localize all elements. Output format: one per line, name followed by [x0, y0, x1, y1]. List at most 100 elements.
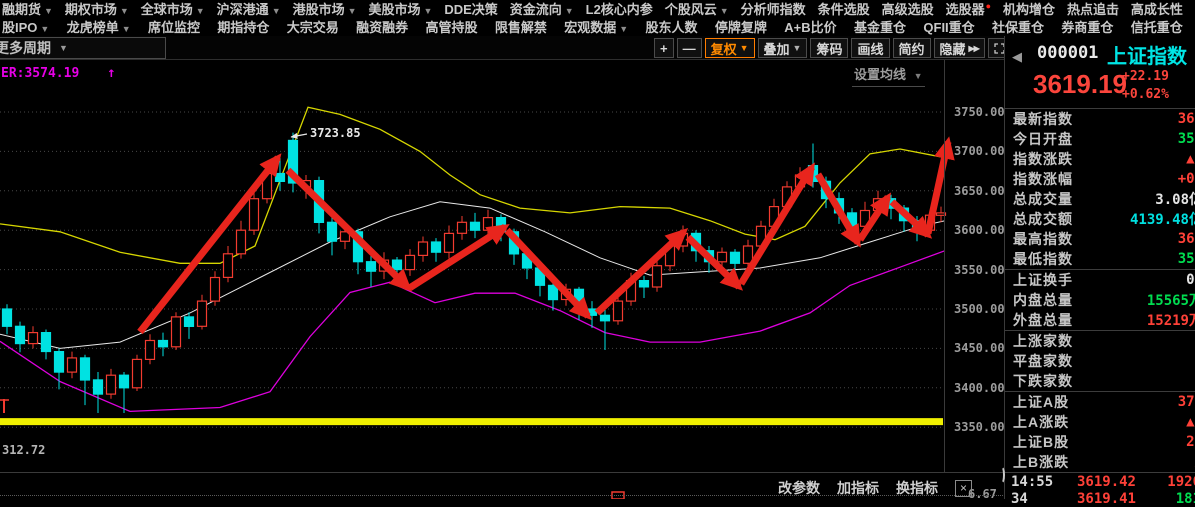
stat-row-最低指数: 最低指数 359 [1005, 249, 1195, 269]
quote-stat-group: 上证换手 0. 内盘总量15565万外盘总量 15219万 [1005, 269, 1195, 330]
stat-label: 上A涨跌 [1013, 412, 1069, 432]
price-axis-label: 3650.00 [954, 184, 1005, 198]
price-change-pct: +0.62% [1122, 87, 1169, 102]
price-axis-label: 3700.00 [954, 144, 1005, 158]
last-price: 3619.19 [1033, 69, 1127, 100]
stat-value: 359 [1178, 131, 1195, 147]
quote-header: ◀ 000001 上证指数 3619.19 +22.19 +0.62% [1005, 36, 1195, 108]
time-sales-row: 14:55 3619.42 1920 [1005, 473, 1195, 490]
menu-item-label: 高成长性 [1131, 2, 1183, 17]
back-arrow-icon[interactable]: ◀ [1012, 49, 1022, 65]
stat-value: 15565万 [1147, 290, 1195, 310]
stat-row-外盘总量: 外盘总量 15219万 [1005, 310, 1195, 330]
stat-row-平盘家数: 平盘家数 [1005, 351, 1195, 371]
indicator-bottom-bar: 改参数 加指标 换指标 × [778, 478, 972, 498]
close-icon: × [960, 481, 967, 495]
menu-item-机构增仓[interactable]: 机构增仓 [1003, 0, 1055, 18]
price-change: +22.19 [1122, 69, 1169, 84]
panel-resize-handle[interactable] [998, 466, 1005, 484]
menu-item-信托重仓[interactable]: 信托重仓 [1131, 17, 1183, 36]
tick-time: 14:55 [1011, 474, 1057, 490]
price-axis-label: 3350.00 [954, 420, 1005, 434]
stat-value: ▲2 [1186, 151, 1195, 167]
quote-stat-group: 最新指数361今日开盘359指数涨跌▲2指数涨幅+0.总成交量3.08亿总成交额… [1005, 108, 1195, 269]
stat-label: 上证换手 [1013, 270, 1073, 290]
menu-item-高成长性[interactable]: 高成长性 [1131, 0, 1183, 18]
stat-value: +0. [1178, 171, 1195, 187]
stat-row-上B涨跌: 上B涨跌▲ [1005, 452, 1195, 472]
menu-item-label: 信托重仓 [1131, 20, 1183, 35]
tick-volume: 181 [1147, 491, 1195, 507]
quote-stat-groups: 最新指数361今日开盘359指数涨跌▲2指数涨幅+0.总成交量3.08亿总成交额… [1005, 108, 1195, 472]
stat-label: 平盘家数 [1013, 351, 1073, 371]
stat-label: 指数涨幅 [1013, 169, 1073, 189]
stat-value: 359 [1178, 251, 1195, 267]
trading-app: { "menu": { "row1": [ {"label":"融期货","ca… [0, 0, 1195, 499]
stat-label: 外盘总量 [1013, 310, 1073, 330]
stat-value: 3.08亿 [1155, 189, 1195, 209]
stat-label: 总成交额 [1013, 209, 1073, 229]
stat-label: 上B涨跌 [1013, 452, 1069, 472]
stat-row-最高指数: 最高指数 362 [1005, 229, 1195, 249]
stat-value: 4139.48亿 [1130, 209, 1195, 229]
stat-row-总成交量: 总成交量 3.08亿 [1005, 189, 1195, 209]
ma-settings-label: 设置均线 [854, 67, 906, 82]
stat-row-上证A股: 上证A股 379 [1005, 392, 1195, 412]
change-params-button[interactable]: 改参数 [778, 478, 820, 498]
stat-label: 最高指数 [1013, 229, 1073, 249]
stat-value: 15219万 [1147, 310, 1195, 330]
stat-row-上证B股: 上证B股 28 [1005, 432, 1195, 452]
menu-item-券商重仓[interactable]: 券商重仓 [1061, 17, 1113, 36]
boll-lower-readout: ER:3574.19 ↑ [1, 65, 116, 81]
chevron-down-icon: ▼ [914, 71, 923, 81]
stock-code: 000001 [1037, 43, 1098, 63]
stat-value: 0. [1186, 272, 1195, 288]
menu-item-label: 券商重仓 [1061, 20, 1113, 35]
up-arrow-icon: ↑ [107, 65, 115, 81]
chart-low-value: 312.72 [2, 443, 45, 457]
stat-value: 361 [1178, 111, 1195, 127]
price-axis-label: 3750.00 [954, 105, 1005, 119]
stat-label: 下跌家数 [1013, 371, 1073, 391]
stat-row-上涨家数: 上涨家数1 [1005, 331, 1195, 351]
stat-row-今日开盘: 今日开盘 359 [1005, 129, 1195, 149]
tick-volume: 1920 [1147, 474, 1195, 490]
price-axis-label: 3550.00 [954, 263, 1005, 277]
price-axis-label: 3400.00 [954, 381, 1005, 395]
quote-sidebar: ◀ 000001 上证指数 3619.19 +22.19 +0.62% 最新指数… [1004, 36, 1195, 499]
close-indicator-button[interactable]: × [955, 480, 972, 497]
stat-row-总成交额: 总成交额 4139.48亿 [1005, 209, 1195, 229]
stat-value: 28 [1186, 434, 1195, 450]
stat-value: 362 [1178, 231, 1195, 247]
price-axis-label: 3500.00 [954, 302, 1005, 316]
price-axis-label: 3600.00 [954, 223, 1005, 237]
axis-separator [944, 60, 945, 472]
stat-label: 上证B股 [1013, 432, 1069, 452]
stat-label: 总成交量 [1013, 189, 1073, 209]
tick-time: 34 [1011, 491, 1057, 507]
menu-item-label: 机构增仓 [1003, 2, 1055, 17]
add-indicator-button[interactable]: 加指标 [837, 478, 879, 498]
menu-item-热点追击[interactable]: 热点追击 [1067, 0, 1119, 18]
stock-name: 上证指数 [1107, 40, 1187, 69]
price-axis-label: 3450.00 [954, 341, 1005, 355]
peak-price-annotation: 3723.85 [310, 126, 361, 140]
stat-row-上证换手: 上证换手 0. [1005, 270, 1195, 290]
quote-stat-group: 上证A股 379 上A涨跌▲2上证B股 28 上B涨跌▲ [1005, 391, 1195, 472]
stat-label: 今日开盘 [1013, 129, 1073, 149]
stat-label: 指数涨跌 [1013, 149, 1073, 169]
stat-row-最新指数: 最新指数361 [1005, 109, 1195, 129]
stat-label: 上证A股 [1013, 392, 1069, 412]
stat-row-上A涨跌: 上A涨跌▲2 [1005, 412, 1195, 432]
stat-label: 最低指数 [1013, 249, 1073, 269]
menu-item-label: 热点追击 [1067, 2, 1119, 17]
chart-bottom-border [0, 472, 1005, 473]
stat-row-内盘总量: 内盘总量15565万 [1005, 290, 1195, 310]
tick-price: 3619.42 [1068, 474, 1136, 490]
tick-price: 3619.41 [1068, 491, 1136, 507]
ma-settings-dropdown[interactable]: 设置均线 ▼ [852, 64, 925, 87]
switch-indicator-button[interactable]: 换指标 [896, 478, 938, 498]
quote-stat-group: 上涨家数1平盘家数下跌家数 [1005, 330, 1195, 391]
stat-value: 379 [1178, 394, 1195, 410]
stat-row-指数涨跌: 指数涨跌 ▲2 [1005, 149, 1195, 169]
